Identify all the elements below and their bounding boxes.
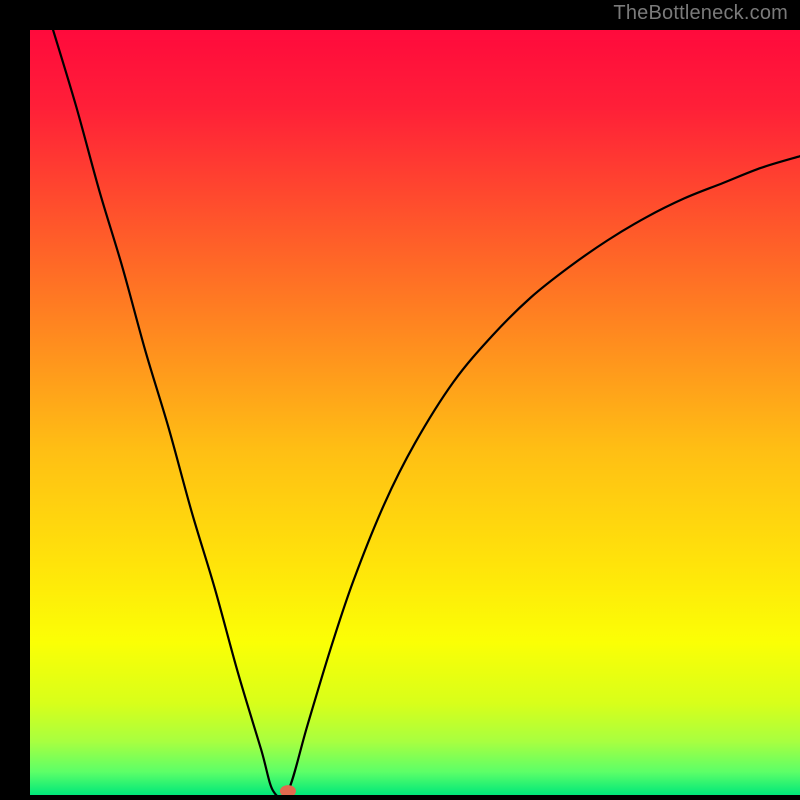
- frame-left: [0, 0, 30, 800]
- bottleneck-chart: [0, 0, 800, 800]
- watermark-text: TheBottleneck.com: [613, 2, 788, 25]
- plot-background: [30, 30, 800, 795]
- frame-bottom: [0, 795, 800, 800]
